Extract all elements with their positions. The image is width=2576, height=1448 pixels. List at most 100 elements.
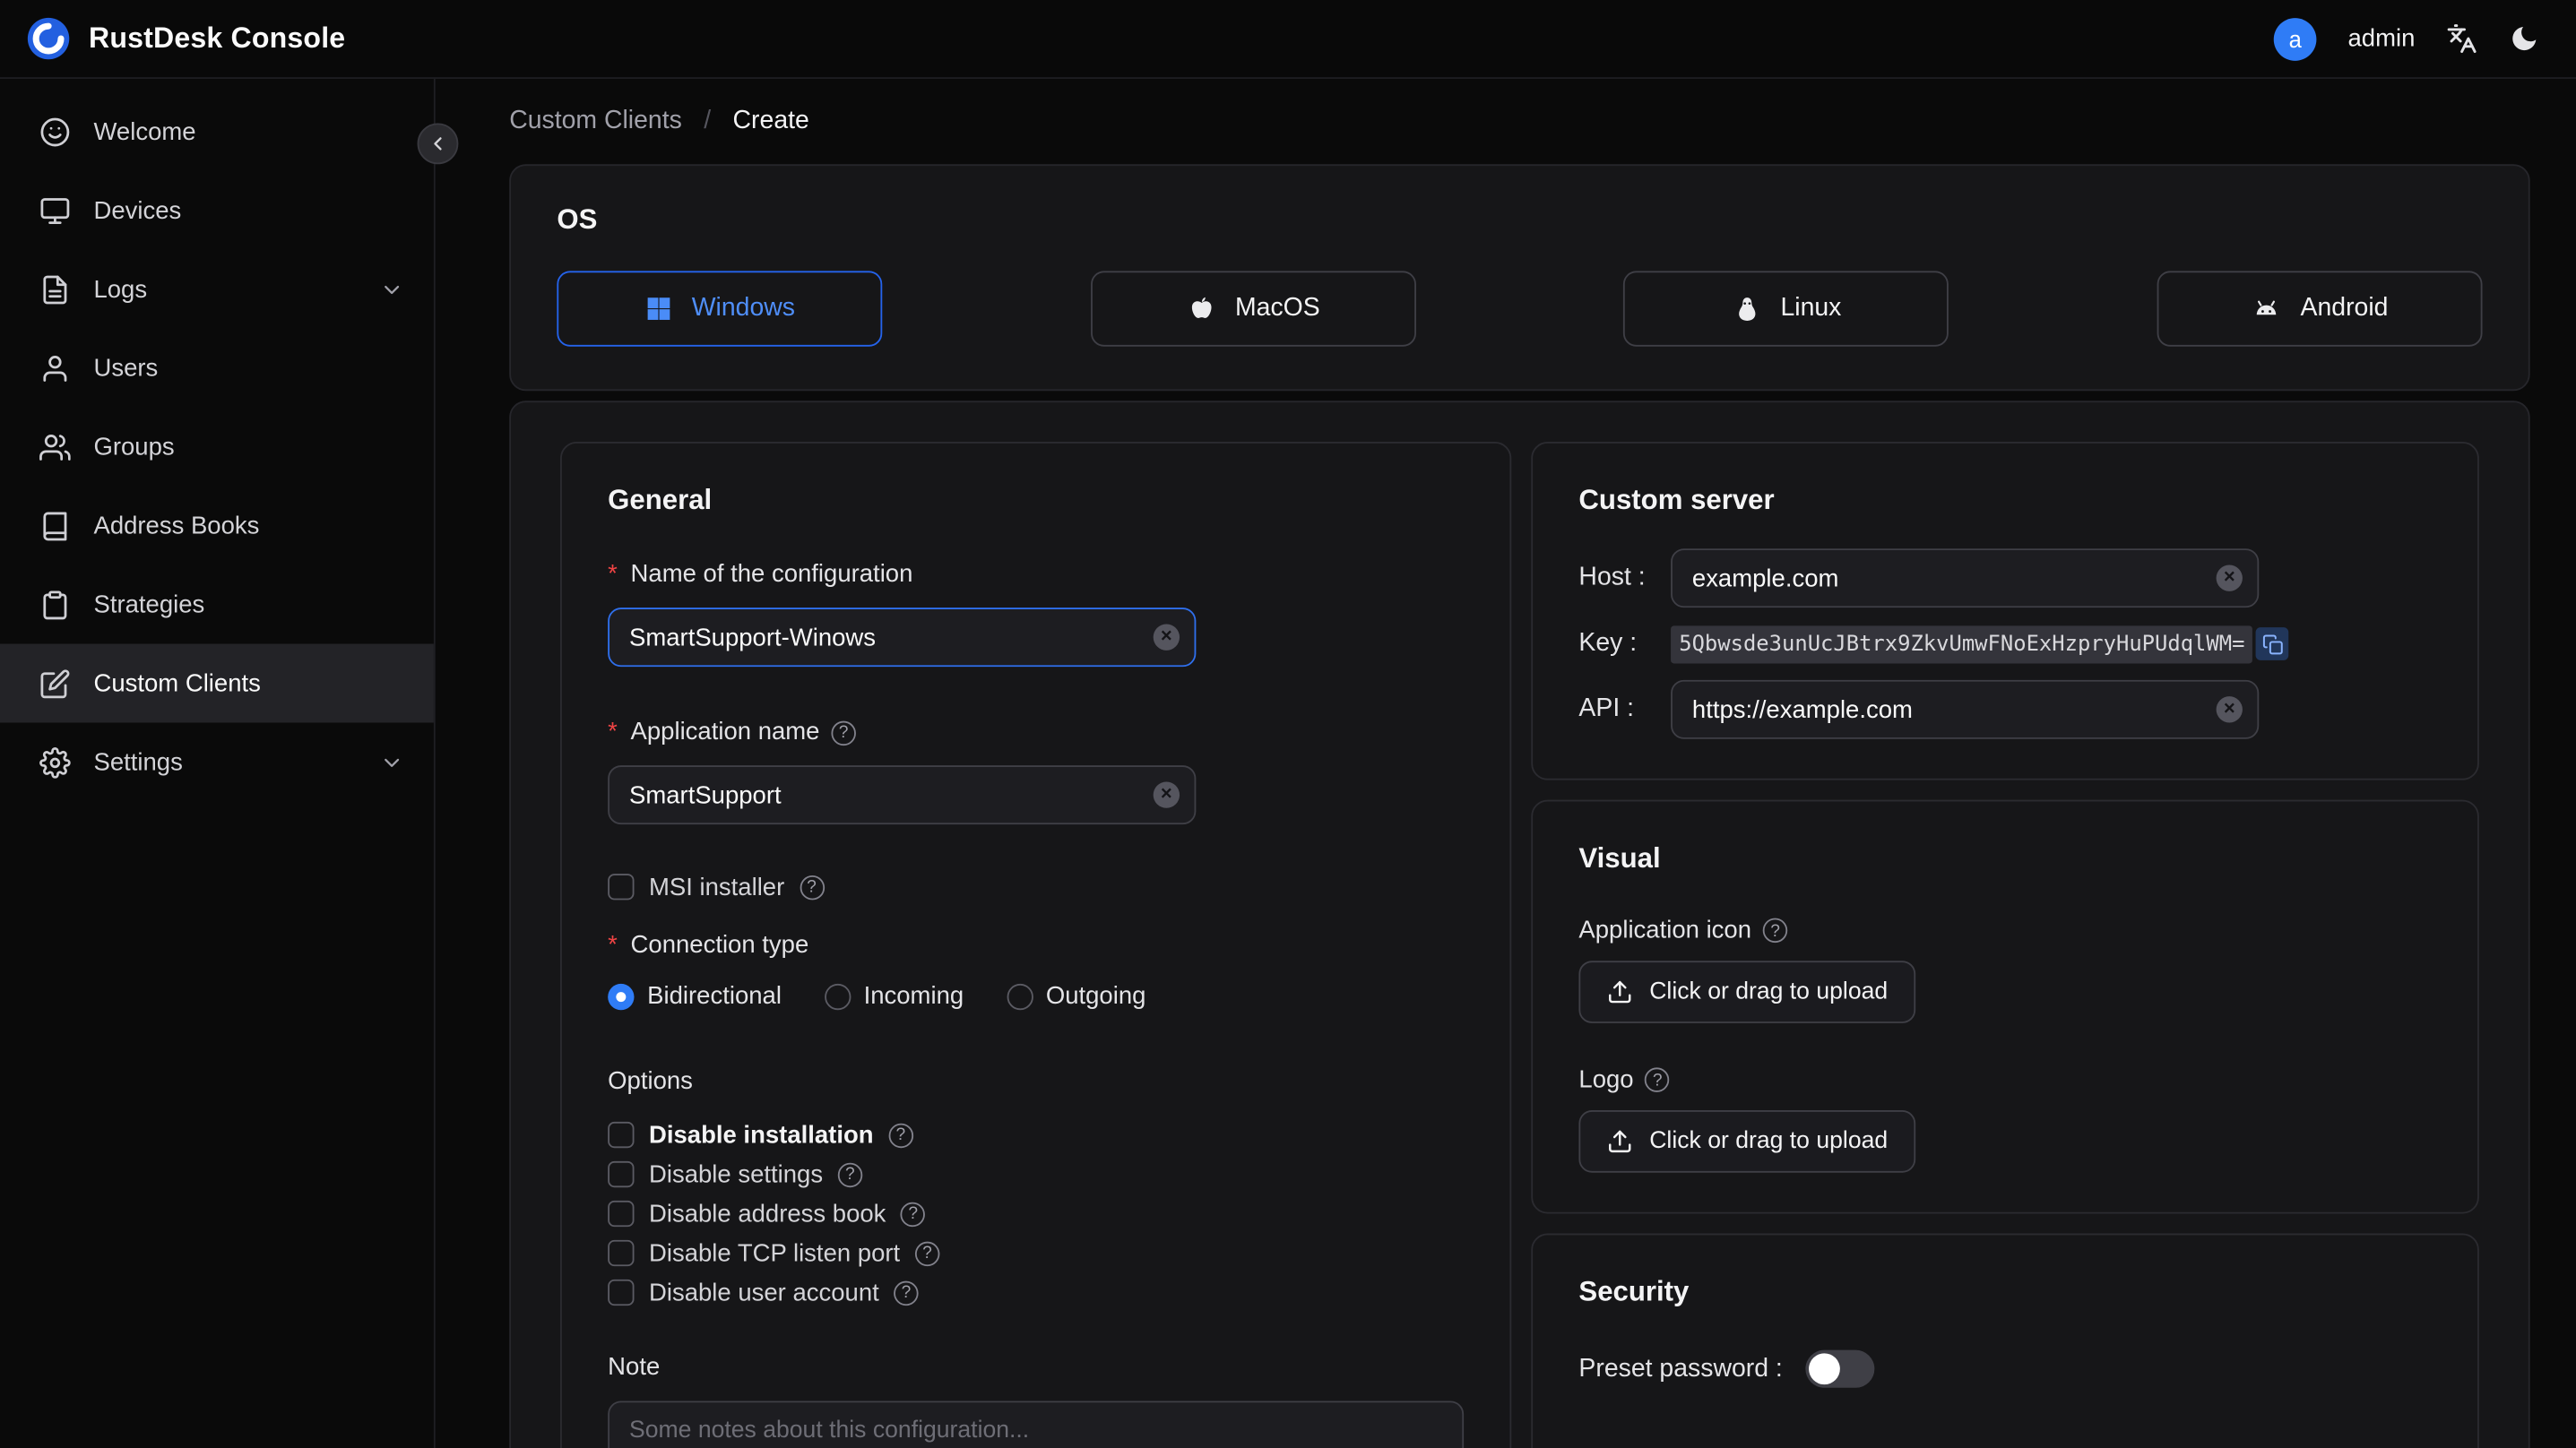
chevron-down-icon [379, 277, 403, 301]
radio-bidirectional[interactable] [608, 982, 635, 1010]
required-asterisk: * [608, 931, 618, 960]
option-disable-installation: Disable installation ? [608, 1118, 1464, 1151]
api-input-wrap: × [1671, 679, 2260, 739]
form-right-column: Custom server Host : × Key : 5Qbwsde3unU… [1531, 442, 2479, 1448]
msi-installer-checkbox[interactable] [608, 874, 635, 901]
os-button-linux[interactable]: Linux [1623, 271, 1949, 347]
clear-icon[interactable]: × [1153, 781, 1180, 808]
main-content: Custom Clients / Create OS Windows MacOS… [437, 79, 2576, 1448]
name-input[interactable] [608, 608, 1197, 668]
sidebar-item-address-books[interactable]: Address Books [0, 487, 434, 565]
preset-password-row: Preset password : [1578, 1349, 2431, 1388]
edit-square-icon [39, 668, 71, 699]
book-icon [39, 510, 71, 541]
msi-installer-row: MSI installer ? [608, 870, 1464, 903]
avatar[interactable]: a [2274, 17, 2317, 60]
host-input[interactable] [1671, 548, 2260, 608]
general-title: General [608, 484, 713, 516]
custom-server-title: Custom server [1578, 484, 1775, 516]
breadcrumb-parent[interactable]: Custom Clients [509, 107, 682, 134]
option-disable-address-book: Disable address book ? [608, 1197, 1464, 1230]
upload-button-label: Click or drag to upload [1649, 978, 1889, 1005]
radio-option-incoming: Incoming [824, 982, 964, 1010]
sidebar-item-settings[interactable]: Settings [0, 722, 434, 801]
help-icon[interactable]: ? [888, 1122, 913, 1148]
username[interactable]: admin [2347, 24, 2415, 52]
sidebar-item-groups[interactable]: Groups [0, 408, 434, 487]
translate-icon[interactable] [2446, 23, 2477, 55]
sidebar-item-welcome[interactable]: Welcome [0, 92, 434, 171]
required-asterisk: * [608, 560, 618, 589]
os-options-row: Windows MacOS Linux Android [557, 271, 2483, 347]
name-input-wrap: × [608, 608, 1197, 668]
help-icon[interactable]: ? [831, 720, 856, 746]
sidebar-item-strategies[interactable]: Strategies [0, 565, 434, 644]
sidebar-item-label: Strategies [93, 590, 205, 619]
sidebar-item-users[interactable]: Users [0, 329, 434, 408]
disable-address-book-checkbox[interactable] [608, 1200, 635, 1228]
radio-outgoing[interactable] [1006, 982, 1033, 1010]
app-name-input[interactable] [608, 765, 1197, 825]
sidebar-item-devices[interactable]: Devices [0, 171, 434, 250]
radio-option-outgoing: Outgoing [1006, 982, 1145, 1010]
security-card: Security Preset password : [1531, 1233, 2479, 1448]
host-input-wrap: × [1671, 548, 2260, 608]
disable-tcp-listen-port-checkbox[interactable] [608, 1239, 635, 1267]
sidebar: Welcome Devices Logs Users Groups Addres… [0, 78, 436, 1448]
help-icon[interactable]: ? [1762, 918, 1788, 944]
host-row: Host : × [1578, 548, 2431, 608]
disable-settings-checkbox[interactable] [608, 1160, 635, 1188]
copy-icon[interactable] [2256, 627, 2289, 660]
api-input[interactable] [1671, 679, 2260, 739]
topbar: RustDesk Console a admin [0, 0, 2576, 79]
custom-server-card: Custom server Host : × Key : 5Qbwsde3unU… [1531, 442, 2479, 780]
sidebar-item-logs[interactable]: Logs [0, 250, 434, 329]
smile-icon [39, 116, 71, 147]
linux-icon [1731, 293, 1762, 324]
os-button-windows[interactable]: Windows [557, 271, 883, 347]
radio-incoming[interactable] [824, 982, 851, 1010]
app-name-label: * Application name ? [608, 716, 1464, 749]
help-icon[interactable]: ? [894, 1280, 919, 1306]
host-label: Host : [1578, 563, 1646, 591]
android-icon [2252, 293, 2283, 324]
clear-icon[interactable]: × [2216, 696, 2243, 723]
logo-upload-button[interactable]: Click or drag to upload [1578, 1110, 1916, 1173]
key-row: Key : 5Qbwsde3unUcJBtrx9ZkvUmwFNoExHzpry… [1578, 619, 2431, 668]
upload-icon [1607, 978, 1633, 1004]
sidebar-collapse-button[interactable] [417, 123, 459, 165]
clear-icon[interactable]: × [2216, 565, 2243, 591]
required-asterisk: * [608, 717, 618, 746]
connection-type-radio-group: Bidirectional Incoming Outgoing [608, 982, 1464, 1010]
os-button-macos[interactable]: MacOS [1090, 271, 1416, 347]
option-disable-user-account: Disable user account ? [608, 1276, 1464, 1309]
topbar-right: a admin [2274, 17, 2540, 60]
os-card-title: OS [557, 203, 598, 236]
rustdesk-console-app: RustDesk Console a admin Welcome Devices… [0, 0, 2576, 1448]
note-label: Note [608, 1353, 661, 1382]
os-button-android[interactable]: Android [2157, 271, 2483, 347]
option-disable-tcp-listen-port: Disable TCP listen port ? [608, 1237, 1464, 1270]
disable-installation-checkbox[interactable] [608, 1121, 635, 1149]
sidebar-item-label: Welcome [93, 117, 196, 146]
option-disable-settings: Disable settings ? [608, 1158, 1464, 1191]
form-card: General * Name of the configuration × * … [509, 401, 2530, 1448]
file-text-icon [39, 273, 71, 305]
os-button-label: Windows [691, 294, 796, 323]
sidebar-item-label: Custom Clients [93, 668, 261, 698]
sidebar-item-custom-clients[interactable]: Custom Clients [0, 643, 434, 723]
upload-icon [1607, 1128, 1633, 1154]
note-textarea[interactable] [608, 1401, 1465, 1448]
moon-icon[interactable] [2509, 23, 2540, 55]
help-icon[interactable]: ? [837, 1161, 863, 1187]
application-icon-upload-button[interactable]: Click or drag to upload [1578, 961, 1916, 1023]
disable-user-account-checkbox[interactable] [608, 1279, 635, 1306]
help-icon[interactable]: ? [1645, 1067, 1670, 1092]
clear-icon[interactable]: × [1153, 624, 1180, 651]
api-row: API : × [1578, 679, 2431, 739]
help-icon[interactable]: ? [914, 1240, 940, 1266]
user-icon [39, 352, 71, 384]
help-icon[interactable]: ? [799, 875, 825, 900]
preset-password-toggle[interactable] [1805, 1349, 1875, 1388]
help-icon[interactable]: ? [900, 1201, 926, 1227]
